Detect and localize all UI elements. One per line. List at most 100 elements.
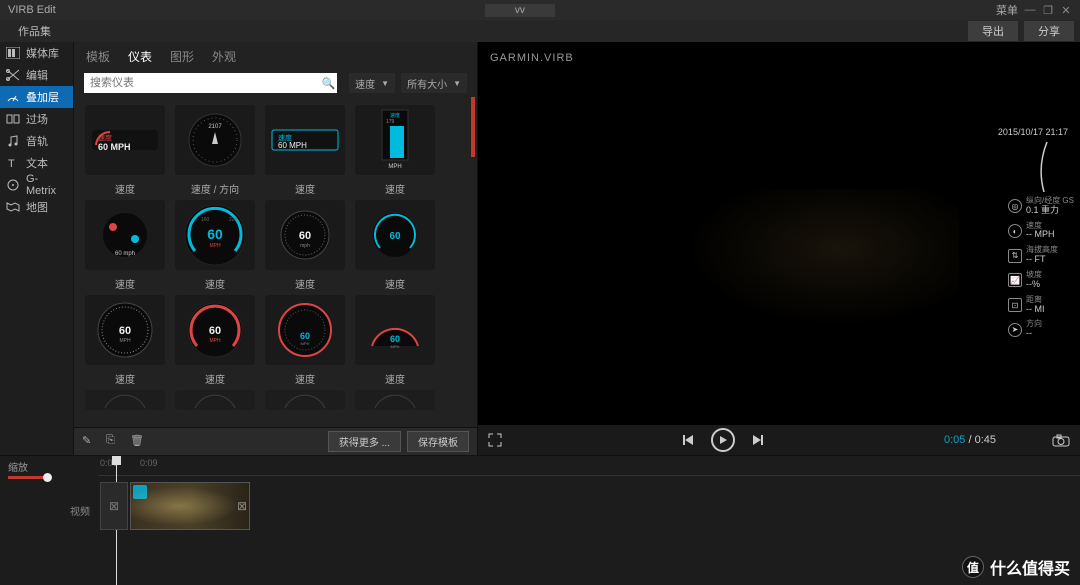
gauge-item[interactable]: 60MPH160220 速度	[172, 200, 258, 291]
search-input[interactable]	[84, 73, 337, 93]
stat-altitude: ⇅海拔高度-- FT	[1008, 246, 1074, 265]
video-content	[659, 189, 959, 339]
app-title: VIRB Edit	[8, 4, 56, 16]
play-button[interactable]	[711, 428, 735, 452]
timeline-tracks[interactable]: 0:00 0:09 ⊠ ⊠	[98, 456, 1080, 585]
stat-distance: ⊡距离-- MI	[1008, 296, 1074, 315]
site-watermark: 值 什么值得买	[962, 555, 1070, 579]
svg-text:MPH: MPH	[388, 164, 401, 170]
prev-button[interactable]	[681, 433, 695, 447]
svg-text:60 MPH: 60 MPH	[98, 142, 131, 152]
secondbar: 作品集 导出 分享	[0, 20, 1080, 42]
sidebar-item-label: 过场	[26, 111, 48, 127]
sidebar-item-label: G-Metrix	[26, 173, 67, 197]
scrollbar[interactable]	[471, 97, 475, 157]
transition-seg[interactable]: ⊠	[100, 482, 128, 530]
gauge-item[interactable]: 60 速度	[352, 200, 438, 291]
sidebar-item-label: 地图	[26, 199, 48, 215]
tab-appearance[interactable]: 外观	[212, 48, 236, 65]
timeline: 缩放 视频 0:00 0:09 ⊠ ⊠	[0, 455, 1080, 585]
tab-gauge[interactable]: 仪表	[128, 48, 152, 65]
sidebar-item-label: 媒体库	[26, 45, 59, 61]
gauge-item[interactable]: 2107 速度 / 方向	[172, 105, 258, 196]
video-clip[interactable]: ⊠	[130, 482, 250, 530]
chevron-down-icon: ▼	[381, 79, 389, 88]
gmetrix-icon	[6, 178, 20, 192]
tabs: 模板 仪表 图形 外观	[74, 42, 477, 69]
text-icon: T	[6, 156, 20, 170]
maximize-icon[interactable]: ❐	[1042, 4, 1054, 17]
sidebar-item-media[interactable]: 媒体库	[0, 42, 73, 64]
sidebar-item-audio[interactable]: 音轨	[0, 130, 73, 152]
media-icon	[6, 46, 20, 60]
preview-panel: GARMIN.VIRB 2015/10/17 21:17 ◎纵向/经度 GS0.…	[478, 42, 1080, 455]
save-template-button[interactable]: 保存模板	[407, 431, 469, 452]
worksets-label[interactable]: 作品集	[18, 23, 51, 39]
gauge-item[interactable]	[82, 390, 168, 410]
svg-text:60: 60	[299, 230, 311, 242]
gauge-item[interactable]	[352, 390, 438, 410]
stat-grade: 📈坡度--%	[1008, 271, 1074, 290]
tab-template[interactable]: 模板	[86, 48, 110, 65]
timeline-left: 缩放 视频	[0, 456, 98, 585]
document-name[interactable]: vv	[485, 4, 555, 17]
gauge-item[interactable]: 速度60 MPH 速度	[82, 105, 168, 196]
svg-text:MPH: MPH	[209, 338, 221, 344]
camera-icon[interactable]	[1052, 433, 1070, 447]
tick: 0:09	[140, 458, 158, 468]
minimize-icon[interactable]: —	[1024, 4, 1036, 16]
zoom-slider[interactable]	[8, 476, 48, 479]
sidebar-item-label: 叠加层	[26, 89, 59, 105]
trash-icon[interactable]: 🗑	[130, 434, 146, 450]
get-more-button[interactable]: 获得更多 ...	[328, 431, 401, 452]
svg-text:60: 60	[207, 226, 223, 242]
playback-controls: 0:05 / 0:45	[478, 425, 1080, 455]
gauge-item[interactable]: 60 mph 速度	[82, 200, 168, 291]
filter-size[interactable]: 所有大小▼	[401, 73, 467, 93]
menu-button[interactable]: 菜单	[996, 2, 1018, 18]
zoom-knob[interactable]	[43, 473, 52, 482]
filter-speed[interactable]: 速度▼	[349, 73, 395, 93]
sidebar: 媒体库 编辑 叠加层 过场 音轨 T 文本 G-Metrix 地图	[0, 42, 74, 455]
next-button[interactable]	[751, 433, 765, 447]
gauge-item[interactable]	[262, 390, 348, 410]
gauge-grid: 速度60 MPH 速度 2107 速度 / 方向 速度60 MPH 速度 速度1…	[74, 97, 477, 427]
svg-text:60: 60	[300, 331, 310, 341]
sidebar-item-edit[interactable]: 编辑	[0, 64, 73, 86]
close-icon[interactable]: ✕	[1060, 4, 1072, 17]
grade-icon: 📈	[1008, 273, 1022, 287]
svg-text:T: T	[8, 158, 15, 169]
gauge-item[interactable]: 60MPH 速度	[352, 295, 438, 386]
tab-graphic[interactable]: 图形	[170, 48, 194, 65]
pencil-icon[interactable]: ✎	[82, 434, 98, 450]
search-icon[interactable]: 🔍	[321, 77, 335, 90]
gmeter-icon: ◎	[1008, 199, 1022, 213]
sidebar-item-transition[interactable]: 过场	[0, 108, 73, 130]
export-button[interactable]: 导出	[968, 21, 1018, 41]
map-icon	[6, 200, 20, 214]
gauge-item[interactable]: 60MPH 速度	[262, 295, 348, 386]
sidebar-item-map[interactable]: 地图	[0, 196, 73, 218]
svg-text:60 mph: 60 mph	[115, 251, 135, 257]
sidebar-item-overlay[interactable]: 叠加层	[0, 86, 73, 108]
svg-text:MPH: MPH	[391, 344, 400, 349]
gauge-item[interactable]: 60MPH 速度	[172, 295, 258, 386]
gauge-item[interactable]: 60mph 速度	[262, 200, 348, 291]
sidebar-item-gmetrix[interactable]: G-Metrix	[0, 174, 73, 196]
x-icon: ⊠	[109, 499, 119, 513]
ruler[interactable]: 0:00 0:09	[98, 456, 1080, 476]
gauge-item[interactable]: 速度60 MPH 速度	[262, 105, 348, 196]
gauge-icon	[6, 90, 20, 104]
video-preview[interactable]: GARMIN.VIRB 2015/10/17 21:17 ◎纵向/经度 GS0.…	[478, 42, 1080, 425]
gauge-item[interactable]: 速度179MPH 速度	[352, 105, 438, 196]
gauge-item[interactable]	[172, 390, 258, 410]
fullscreen-icon[interactable]	[488, 433, 502, 447]
svg-text:220: 220	[229, 217, 238, 223]
video-track: ⊠ ⊠	[100, 482, 250, 530]
copy-icon[interactable]: ⎘	[106, 434, 122, 450]
sidebar-item-text[interactable]: T 文本	[0, 152, 73, 174]
search-row: 🔍 速度▼ 所有大小▼	[74, 69, 477, 97]
share-button[interactable]: 分享	[1024, 21, 1074, 41]
svg-text:60: 60	[209, 325, 221, 337]
gauge-item[interactable]: 60MPH 速度	[82, 295, 168, 386]
